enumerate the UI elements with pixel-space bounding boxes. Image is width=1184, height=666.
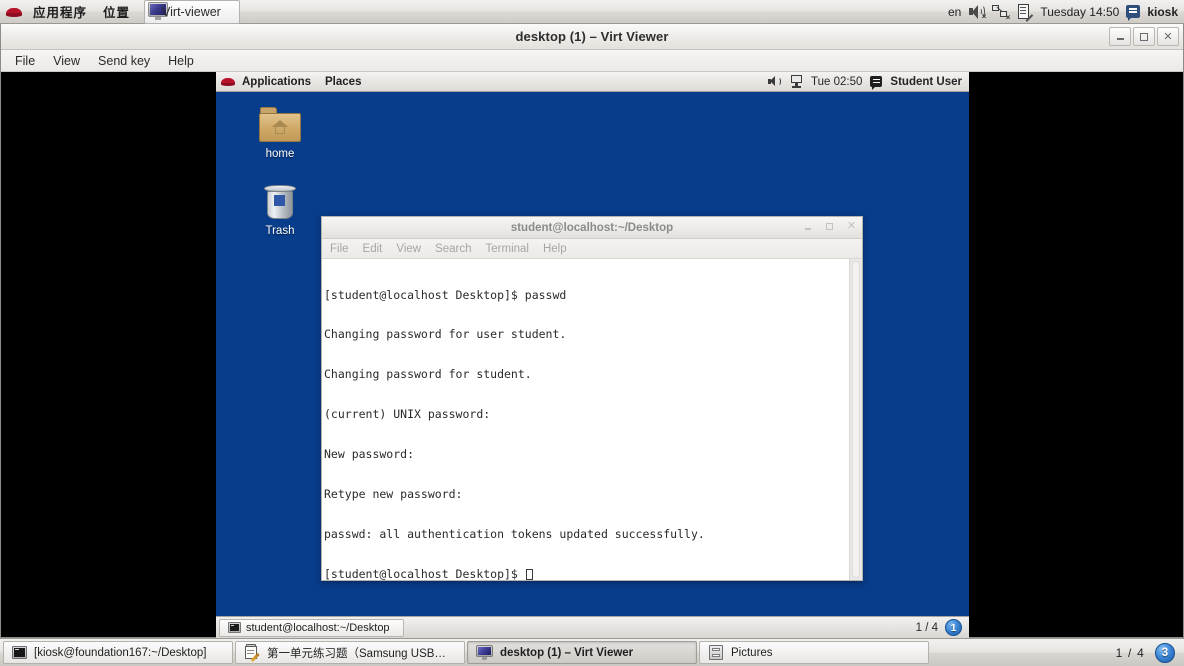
keyboard-layout-indicator[interactable]: en xyxy=(948,5,961,19)
guest-bottom-panel: student@localhost:~/Desktop 1 / 4 1 xyxy=(216,616,969,638)
taskbar-item-terminal-label: [kiosk@foundation167:~/Desktop] xyxy=(34,646,207,659)
virt-viewer-icon xyxy=(476,645,493,660)
host-user-label[interactable]: kiosk xyxy=(1147,5,1178,19)
guest-workspace-switcher[interactable]: 1 / 4 1 xyxy=(916,619,966,636)
desktop-icon-trash[interactable]: Trash xyxy=(244,182,316,237)
guest-redhat-logo-icon xyxy=(221,75,235,89)
host-workspace-text: 1 / 4 xyxy=(1115,645,1145,660)
guest-clock[interactable]: Tue 02:50 xyxy=(811,76,862,88)
terminal-menu-view[interactable]: View xyxy=(396,243,429,255)
terminal-line: [student@localhost Desktop]$ passwd xyxy=(324,287,567,302)
guest-taskbar-item-label: student@localhost:~/Desktop xyxy=(246,621,390,634)
user-account-icon[interactable] xyxy=(1126,5,1141,21)
minimize-button[interactable] xyxy=(1109,27,1131,46)
taskbar-item-terminal[interactable]: [kiosk@foundation167:~/Desktop] xyxy=(3,641,233,664)
terminal-icon xyxy=(12,645,27,660)
guest-desktop[interactable]: Applications Places Tue 02:50 Student Us… xyxy=(216,72,969,638)
terminal-menu-edit[interactable]: Edit xyxy=(363,243,391,255)
terminal-menu-help[interactable]: Help xyxy=(543,243,575,255)
virt-viewer-title: desktop (1) – Virt Viewer xyxy=(515,29,669,44)
close-button[interactable]: ✕ xyxy=(1157,27,1179,46)
taskbar-item-document-label: 第一单元练习题（Samsung USB… xyxy=(267,647,446,660)
terminal-cursor xyxy=(525,568,533,580)
virt-viewer-viewport[interactable]: Applications Places Tue 02:50 Student Us… xyxy=(1,72,1183,638)
terminal-menu-search[interactable]: Search xyxy=(435,243,479,255)
host-panel-tray: en × × Tuesday 14:50 kiosk xyxy=(948,3,1184,23)
virt-viewer-window: desktop (1) – Virt Viewer ✕ File View Se… xyxy=(0,24,1184,638)
host-window-thumbnail-label: Virt-viewer xyxy=(162,4,221,19)
guest-menu-places[interactable]: Places xyxy=(318,76,368,88)
menu-send-key[interactable]: Send key xyxy=(90,52,158,70)
terminal-prompt-text: [student@localhost Desktop]$ xyxy=(324,566,525,580)
terminal-line: Retype new password: xyxy=(324,487,463,502)
home-folder-icon xyxy=(258,107,302,145)
terminal-line: Changing password for user student. xyxy=(324,327,567,342)
terminal-line: (current) UNIX password: xyxy=(324,407,491,422)
terminal-title: student@localhost:~/Desktop xyxy=(510,221,674,234)
terminal-scrollbar[interactable] xyxy=(849,259,862,580)
file-manager-icon xyxy=(708,645,724,660)
virt-viewer-titlebar[interactable]: desktop (1) – Virt Viewer ✕ xyxy=(1,24,1183,50)
terminal-minimize-button[interactable] xyxy=(802,221,813,232)
guest-workspace-text: 1 / 4 xyxy=(915,621,938,634)
virt-viewer-menubar: File View Send key Help xyxy=(1,50,1183,72)
guest-menu-applications[interactable]: Applications xyxy=(235,76,318,88)
redhat-logo-icon xyxy=(6,4,22,20)
terminal-close-button[interactable]: ✕ xyxy=(846,221,857,232)
terminal-menubar: File Edit View Search Terminal Help xyxy=(322,239,862,259)
taskbar-item-pictures[interactable]: Pictures xyxy=(699,641,929,664)
guest-panel-tray: Tue 02:50 Student User xyxy=(768,75,969,90)
menu-view[interactable]: View xyxy=(45,52,88,70)
terminal-line: Changing password for student. xyxy=(324,367,532,382)
trash-icon xyxy=(260,182,300,222)
taskbar-item-virt-viewer[interactable]: desktop (1) – Virt Viewer xyxy=(467,641,697,664)
terminal-window-controls: ✕ xyxy=(802,221,857,232)
terminal-titlebar[interactable]: student@localhost:~/Desktop ✕ xyxy=(322,217,862,239)
document-pen-icon[interactable] xyxy=(1016,3,1034,23)
taskbar-item-pictures-label: Pictures xyxy=(731,646,773,659)
guest-user-label[interactable]: Student User xyxy=(890,76,962,88)
guest-top-panel: Applications Places Tue 02:50 Student Us… xyxy=(216,72,969,92)
screen-root: 应用程序 位置 Virt-viewer en × × Tuesday 14:50 xyxy=(0,0,1184,666)
terminal-output[interactable]: [student@localhost Desktop]$ passwd Chan… xyxy=(322,259,849,580)
guest-display-icon[interactable] xyxy=(790,75,803,88)
virt-viewer-window-controls: ✕ xyxy=(1109,27,1179,46)
restore-button[interactable] xyxy=(1133,27,1155,46)
host-window-thumbnail[interactable]: Virt-viewer xyxy=(144,0,240,24)
host-taskbar: [kiosk@foundation167:~/Desktop] 第一单元练习题（… xyxy=(0,638,1184,666)
terminal-body[interactable]: [student@localhost Desktop]$ passwd Chan… xyxy=(322,259,862,580)
host-top-panel: 应用程序 位置 Virt-viewer en × × Tuesday 14:50 xyxy=(0,0,1184,24)
terminal-line: passwd: all authentication tokens update… xyxy=(324,526,705,541)
host-workspace-indicator[interactable]: 3 xyxy=(1155,642,1175,663)
terminal-scrollbar-thumb[interactable] xyxy=(852,261,860,578)
host-clock[interactable]: Tuesday 14:50 xyxy=(1040,5,1119,19)
host-menu-applications[interactable]: 应用程序 xyxy=(26,0,94,23)
terminal-icon xyxy=(228,621,241,634)
terminal-window[interactable]: student@localhost:~/Desktop ✕ File Edit … xyxy=(321,216,863,581)
guest-workspace-indicator[interactable]: 1 xyxy=(945,619,962,636)
terminal-menu-terminal[interactable]: Terminal xyxy=(486,243,537,255)
speaker-muted-icon[interactable]: × xyxy=(968,4,986,21)
terminal-maximize-button[interactable] xyxy=(824,221,835,232)
terminal-line: New password: xyxy=(324,447,415,462)
document-edit-icon xyxy=(244,644,260,663)
terminal-menu-file[interactable]: File xyxy=(330,243,357,255)
taskbar-item-document[interactable]: 第一单元练习题（Samsung USB… xyxy=(235,641,465,664)
host-workspace-switcher[interactable]: 1 / 4 3 xyxy=(1115,642,1181,663)
guest-user-icon[interactable] xyxy=(870,76,883,90)
desktop-icon-home[interactable]: home xyxy=(244,107,316,160)
desktop-icon-home-label: home xyxy=(265,148,295,160)
network-disconnected-icon[interactable]: × xyxy=(992,4,1010,22)
taskbar-item-virt-viewer-label: desktop (1) – Virt Viewer xyxy=(500,646,634,659)
guest-volume-icon[interactable] xyxy=(768,75,782,88)
terminal-prompt-line: [student@localhost Desktop]$ xyxy=(324,566,849,580)
desktop-icon-trash-label: Trash xyxy=(265,225,295,237)
guest-taskbar-item-terminal[interactable]: student@localhost:~/Desktop xyxy=(219,618,404,637)
menu-file[interactable]: File xyxy=(7,52,43,70)
host-menu-places[interactable]: 位置 xyxy=(96,0,137,23)
menu-help[interactable]: Help xyxy=(160,52,202,70)
